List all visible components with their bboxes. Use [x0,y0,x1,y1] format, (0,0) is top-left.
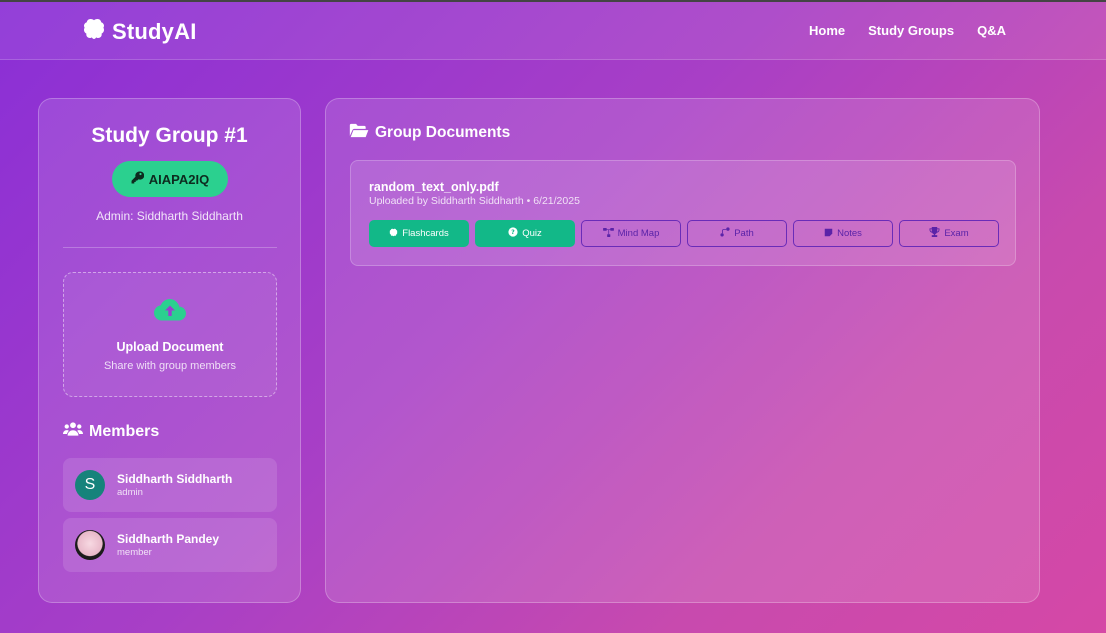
brand-logo[interactable]: StudyAI [82,17,197,46]
avatar: S [75,470,105,500]
cloud-upload-icon [154,299,186,328]
document-name[interactable]: random_text_only.pdf [369,180,499,194]
members-header: Members [63,421,159,442]
document-card: random_text_only.pdf Uploaded by Siddhar… [350,160,1016,266]
sticky-note-icon [824,228,833,240]
trophy-icon [929,227,940,240]
exam-button[interactable]: Exam [899,220,999,247]
nav-qa-link[interactable]: Q&A [977,23,1006,38]
route-icon [720,227,730,240]
navbar: StudyAI Home Study Groups Q&A [0,2,1106,60]
members-title: Members [89,422,160,440]
path-button[interactable]: Path [687,220,787,247]
sitemap-icon [602,227,614,240]
document-actions: Flashcards ? Quiz Mind Map Path Notes Ex… [369,220,999,247]
member-name: Siddharth Siddharth [117,472,233,486]
divider [63,247,277,248]
folder-open-icon [349,123,369,143]
documents-panel: Group Documents random_text_only.pdf Upl… [325,98,1040,603]
brand-name: StudyAI [112,18,197,44]
member-item[interactable]: Siddharth Pandey member [63,518,277,572]
path-label: Path [734,228,754,239]
question-circle-icon: ? [508,227,518,240]
member-name: Siddharth Pandey [117,532,220,546]
quiz-label: Quiz [522,228,542,239]
key-icon [131,171,145,187]
nav-home-link[interactable]: Home [809,23,845,38]
group-admin: Admin: Siddharth Siddharth [96,209,243,223]
users-icon [63,421,83,442]
brain-icon [82,17,106,46]
flashcards-button[interactable]: Flashcards [369,220,469,247]
group-code: AIAPA2IQ [148,171,210,187]
group-code-badge[interactable]: AIAPA2IQ [112,161,228,197]
avatar [75,530,105,560]
quiz-button[interactable]: ? Quiz [475,220,575,247]
nav-links: Home Study Groups Q&A [809,23,1006,38]
documents-title: Group Documents [375,124,511,141]
group-title: Study Group #1 [91,124,248,147]
brain-icon [389,228,398,240]
notes-label: Notes [837,228,862,239]
svg-text:?: ? [511,229,515,236]
upload-document-dropzone[interactable]: Upload Document Share with group members [63,272,277,397]
member-role: member [117,547,152,558]
documents-header: Group Documents [349,123,510,143]
notes-button[interactable]: Notes [793,220,893,247]
document-meta: Uploaded by Siddharth Siddharth • 6/21/2… [369,195,580,207]
mind-map-label: Mind Map [617,228,660,239]
group-sidebar: Study Group #1 AIAPA2IQ Admin: Siddharth… [38,98,301,603]
upload-subtitle: Share with group members [103,360,237,372]
mind-map-button[interactable]: Mind Map [581,220,681,247]
flashcards-label: Flashcards [402,228,449,239]
nav-study-groups-link[interactable]: Study Groups [868,23,954,38]
upload-title: Upload Document [116,340,224,354]
member-role: admin [117,487,143,498]
exam-label: Exam [944,228,969,239]
member-item[interactable]: S Siddharth Siddharth admin [63,458,277,512]
